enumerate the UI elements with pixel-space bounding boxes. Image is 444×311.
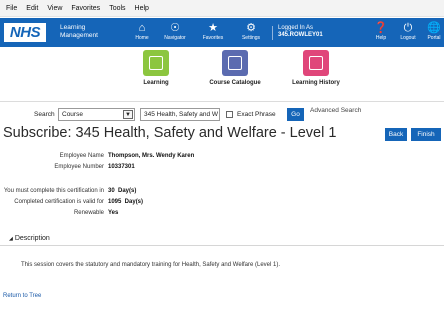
header-divider: [272, 26, 273, 40]
complete-in-label: You must complete this certification in: [3, 188, 104, 194]
menu-view[interactable]: View: [47, 5, 62, 12]
nav-portal-button[interactable]: 🌐 Portal: [424, 21, 444, 45]
tile-course-catalogue-label: Course Catalogue: [209, 80, 261, 86]
search-input[interactable]: 345 Health, Safety and W: [140, 108, 220, 121]
nav-favorites-button[interactable]: ★ Favorites: [198, 21, 228, 45]
tile-course-catalogue[interactable]: Course Catalogue: [198, 50, 272, 86]
nav-home-button[interactable]: ⌂ Home: [130, 21, 154, 45]
nav-favorites-label: Favorites: [202, 35, 224, 41]
go-button[interactable]: Go: [287, 108, 304, 121]
nav-settings-button[interactable]: ⚙ Settings: [238, 21, 264, 45]
search-scope-select[interactable]: Course ▼: [58, 108, 135, 121]
search-scope-value: Course: [62, 111, 83, 118]
nav-home-label: Home: [135, 35, 149, 41]
logged-in-user: 345.ROWLEY01: [278, 32, 323, 38]
renewable-label: Renewable: [73, 210, 104, 216]
chevron-down-icon[interactable]: ▼: [123, 110, 133, 119]
search-input-value: 345 Health, Safety and W: [144, 111, 219, 118]
tile-learning-history[interactable]: Learning History: [279, 50, 353, 86]
nav-help-label: Help: [375, 35, 387, 41]
help-icon: ❓: [374, 22, 388, 34]
employee-name-value: Thompson, Mrs. Wendy Karen: [108, 153, 195, 159]
renewable-value: Yes: [108, 210, 119, 216]
app-name: Learning Management: [60, 24, 98, 40]
power-icon: ⏻: [403, 22, 413, 34]
gear-icon: ⚙: [246, 22, 256, 34]
globe-icon: 🌐: [427, 22, 441, 34]
menu-tools[interactable]: Tools: [109, 5, 125, 12]
description-section-toggle[interactable]: ◢ Description: [9, 235, 50, 242]
return-to-tree-link[interactable]: Return to Tree: [3, 293, 41, 299]
app-header: NHS Learning Management ⌂ Home ☉ Navigat…: [0, 18, 444, 47]
nav-logout-button[interactable]: ⏻ Logout: [397, 21, 419, 45]
back-button[interactable]: Back: [385, 128, 407, 141]
compass-icon: ☉: [170, 22, 180, 34]
menu-favorites[interactable]: Favorites: [71, 5, 100, 12]
employee-number-label: Employee Number: [54, 164, 104, 170]
history-icon: [303, 50, 329, 76]
description-text: This session covers the statutory and ma…: [21, 262, 281, 268]
nav-help-button[interactable]: ❓ Help: [372, 21, 390, 45]
collapse-triangle-icon: ◢: [9, 236, 13, 242]
menu-file[interactable]: File: [6, 5, 17, 12]
nav-logout-label: Logout: [400, 35, 416, 41]
nav-navigator-button[interactable]: ☉ Navigator: [160, 21, 190, 45]
learning-icon: [143, 50, 169, 76]
nav-settings-label: Settings: [241, 35, 261, 41]
valid-for-label: Completed certification is valid for: [14, 199, 104, 205]
menu-help[interactable]: Help: [135, 5, 149, 12]
description-heading: Description: [14, 235, 50, 242]
tile-learning-label: Learning: [143, 80, 169, 86]
logged-in-label: Logged In As: [278, 25, 314, 31]
advanced-search-link[interactable]: Advanced Search: [310, 107, 361, 114]
search-label: Search: [34, 111, 55, 118]
tile-learning-history-label: Learning History: [292, 80, 340, 86]
catalogue-icon: [222, 50, 248, 76]
browser-menu-bar: File Edit View Favorites Tools Help: [0, 0, 444, 17]
logged-in-info: Logged In As 345.ROWLEY01: [278, 25, 323, 39]
app-name-line1: Learning: [60, 24, 86, 31]
search-bar: Search Course ▼ 345 Health, Safety and W…: [0, 107, 444, 122]
tile-learning[interactable]: Learning: [128, 50, 184, 86]
nav-navigator-label: Navigator: [164, 35, 186, 41]
description-divider: [0, 245, 444, 246]
home-icon: ⌂: [138, 22, 146, 34]
employee-number-value: 10337301: [108, 164, 135, 170]
header-separator: [0, 101, 444, 102]
app-name-line2: Management: [60, 32, 98, 39]
nav-portal-label: Portal: [427, 35, 441, 41]
employee-name-label: Employee Name: [59, 153, 104, 159]
finish-button[interactable]: Finish: [411, 128, 441, 141]
star-icon: ★: [208, 22, 218, 34]
valid-for-value: 1095 Day(s): [108, 199, 144, 205]
menu-edit[interactable]: Edit: [26, 5, 38, 12]
exact-phrase-checkbox[interactable]: [226, 111, 233, 118]
page-title: Subscribe: 345 Health, Safety and Welfar…: [3, 125, 337, 141]
exact-phrase-label: Exact Phrase: [237, 111, 276, 118]
nhs-logo: NHS: [4, 23, 46, 42]
complete-in-value: 30 Day(s): [108, 188, 137, 194]
